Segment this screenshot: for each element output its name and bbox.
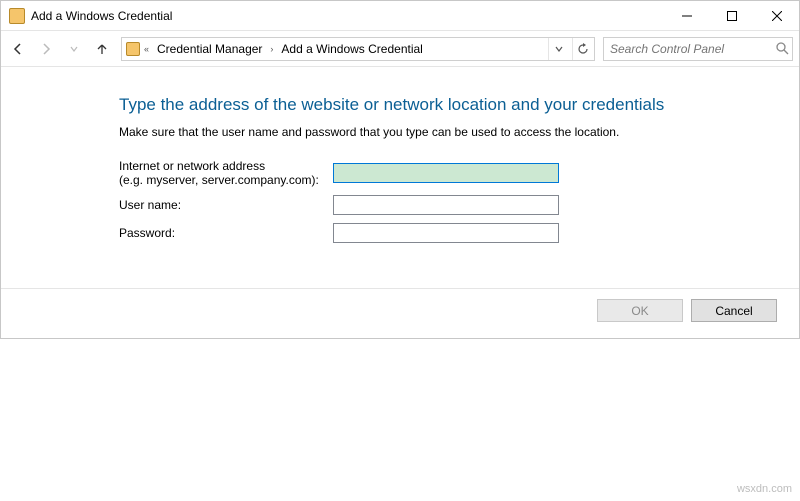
chevron-right-icon[interactable]: ›	[270, 44, 273, 54]
input-username[interactable]	[333, 195, 559, 215]
label-username: User name:	[119, 198, 333, 212]
row-username: User name:	[119, 195, 799, 215]
page-heading: Type the address of the website or netwo…	[119, 95, 799, 115]
window-frame: Add a Windows Credential	[0, 0, 800, 339]
minimize-button[interactable]	[664, 1, 709, 30]
chevron-left-icon[interactable]: «	[144, 44, 149, 54]
nav-recent-dropdown[interactable]	[61, 36, 87, 62]
refresh-button[interactable]	[572, 38, 592, 60]
input-password[interactable]	[333, 223, 559, 243]
nav-back-button[interactable]	[5, 36, 31, 62]
window-controls	[664, 1, 799, 30]
ok-button[interactable]: OK	[597, 299, 683, 322]
search-box[interactable]	[603, 37, 793, 61]
nav-up-button[interactable]	[89, 36, 115, 62]
search-input[interactable]	[604, 42, 773, 56]
label-password: Password:	[119, 226, 333, 240]
page-subtext: Make sure that the user name and passwor…	[119, 125, 799, 139]
input-address[interactable]	[333, 163, 559, 183]
close-button[interactable]	[754, 1, 799, 30]
cancel-button[interactable]: Cancel	[691, 299, 777, 322]
address-history-dropdown[interactable]	[548, 38, 568, 60]
window-title: Add a Windows Credential	[31, 9, 172, 23]
breadcrumb-add-credential[interactable]: Add a Windows Credential	[277, 42, 426, 56]
button-row: OK Cancel	[1, 289, 799, 338]
address-bar[interactable]: « Credential Manager › Add a Windows Cre…	[121, 37, 595, 61]
titlebar: Add a Windows Credential	[1, 1, 799, 31]
label-address: Internet or network address (e.g. myserv…	[119, 159, 333, 187]
navigation-bar: « Credential Manager › Add a Windows Cre…	[1, 31, 799, 67]
row-address: Internet or network address (e.g. myserv…	[119, 159, 799, 187]
watermark: wsxdn.com	[737, 483, 792, 495]
control-panel-icon	[9, 8, 25, 24]
row-password: Password:	[119, 223, 799, 243]
search-icon[interactable]	[773, 42, 792, 55]
nav-forward-button[interactable]	[33, 36, 59, 62]
titlebar-left: Add a Windows Credential	[1, 8, 172, 24]
breadcrumb-credential-manager[interactable]: Credential Manager	[153, 42, 266, 56]
control-panel-icon	[126, 42, 140, 56]
content-area: Type the address of the website or netwo…	[1, 67, 799, 282]
maximize-button[interactable]	[709, 1, 754, 30]
